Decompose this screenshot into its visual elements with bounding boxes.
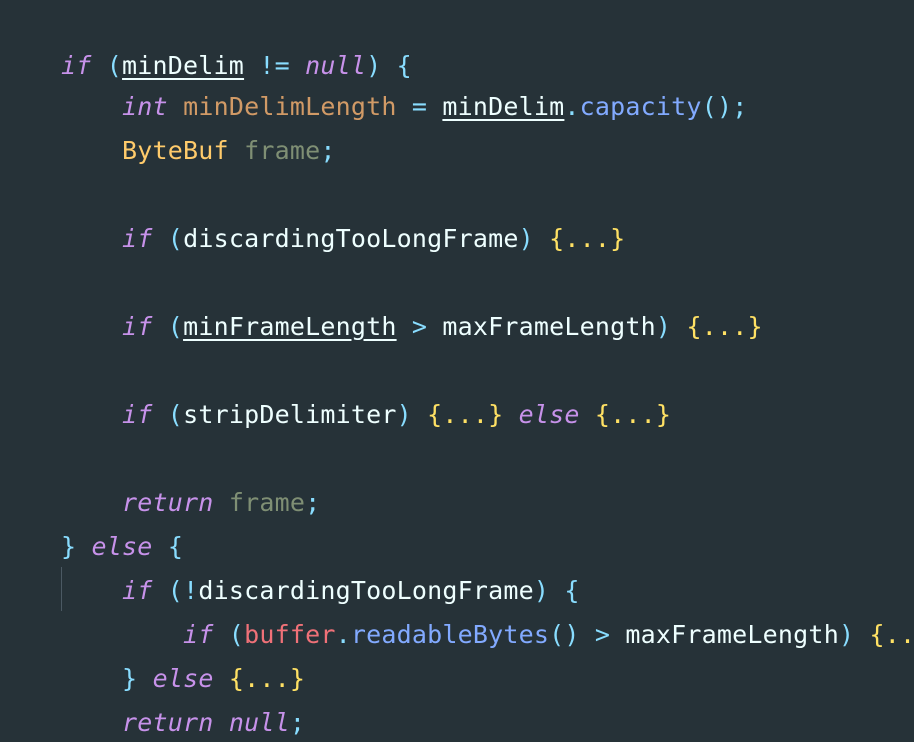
- method-capacity: capacity: [579, 92, 702, 121]
- paren-close: ): [655, 312, 687, 341]
- semicolon: ;: [320, 136, 336, 165]
- code-editor[interactable]: if (minDelim != null) { int minDelimLeng…: [0, 0, 914, 742]
- code-line-14[interactable]: if (buffer.readableBytes() > maxFrameLen…: [0, 569, 914, 649]
- code-line-2[interactable]: int minDelimLength = minDelim.capacity()…: [0, 41, 747, 121]
- operator-greater: >: [594, 620, 611, 649]
- keyword-null: null: [228, 708, 290, 737]
- code-line-15[interactable]: } else {...}: [0, 613, 305, 693]
- folded-block[interactable]: {...}: [549, 224, 625, 253]
- method-readableBytes: readableBytes: [350, 620, 550, 649]
- code-line-12[interactable]: } else {: [0, 481, 183, 561]
- variable-minFrameLength: minFrameLength: [183, 312, 397, 341]
- keyword-if: if: [122, 312, 153, 341]
- code-line-6[interactable]: [0, 217, 61, 261]
- field-stripDelimiter: stripDelimiter: [183, 400, 397, 429]
- paren-open: (: [152, 312, 184, 341]
- code-line-9[interactable]: if (stripDelimiter) {...} else {...}: [0, 349, 671, 429]
- code-line-16[interactable]: return null;: [0, 657, 305, 737]
- code-line-17[interactable]: }: [0, 699, 76, 742]
- folded-block[interactable]: {...}: [427, 400, 503, 429]
- code-line-4[interactable]: [0, 129, 61, 173]
- field-minDelim: minDelim: [442, 92, 565, 121]
- paren-close: ): [396, 400, 428, 429]
- field-maxFrameLength: maxFrameLength: [442, 312, 656, 341]
- field-discardingTooLongFrame: discardingTooLongFrame: [183, 224, 519, 253]
- variable-frame: frame: [228, 488, 306, 517]
- paren-close: ): [518, 224, 550, 253]
- code-line-5[interactable]: if (discardingTooLongFrame) {...}: [0, 173, 625, 253]
- code-line-13[interactable]: if (!discardingTooLongFrame) {: [0, 525, 580, 605]
- semicolon: ;: [305, 488, 321, 517]
- code-line-8[interactable]: [0, 305, 61, 349]
- folded-block[interactable]: {...}: [869, 620, 914, 649]
- call-parens-semicolon: ();: [701, 92, 748, 121]
- folded-block[interactable]: {...}: [686, 312, 762, 341]
- type-ByteBuf: ByteBuf: [122, 136, 229, 165]
- folded-block[interactable]: {...}: [595, 400, 671, 429]
- dot: .: [335, 620, 351, 649]
- operator-greater: >: [411, 312, 428, 341]
- field-maxFrameLength: maxFrameLength: [625, 620, 839, 649]
- call-parens: (): [549, 620, 595, 649]
- keyword-if: if: [122, 224, 153, 253]
- dot: .: [564, 92, 580, 121]
- keyword-if: if: [122, 400, 153, 429]
- code-line-7[interactable]: if (minFrameLength > maxFrameLength) {..…: [0, 261, 763, 341]
- paren-open: (: [152, 224, 184, 253]
- code-line-11[interactable]: return frame;: [0, 437, 320, 517]
- semicolon: ;: [289, 708, 306, 737]
- code-line-1[interactable]: if (minDelim != null) {: [0, 0, 412, 80]
- code-line-10[interactable]: [0, 393, 61, 437]
- keyword-else: else: [518, 400, 580, 429]
- variable-frame: frame: [244, 136, 321, 165]
- paren-open: (: [152, 400, 184, 429]
- keyword-return: return: [122, 708, 214, 737]
- operator-assign: =: [411, 92, 428, 121]
- paren-close: ): [838, 620, 870, 649]
- code-line-3[interactable]: ByteBuf frame;: [0, 85, 336, 165]
